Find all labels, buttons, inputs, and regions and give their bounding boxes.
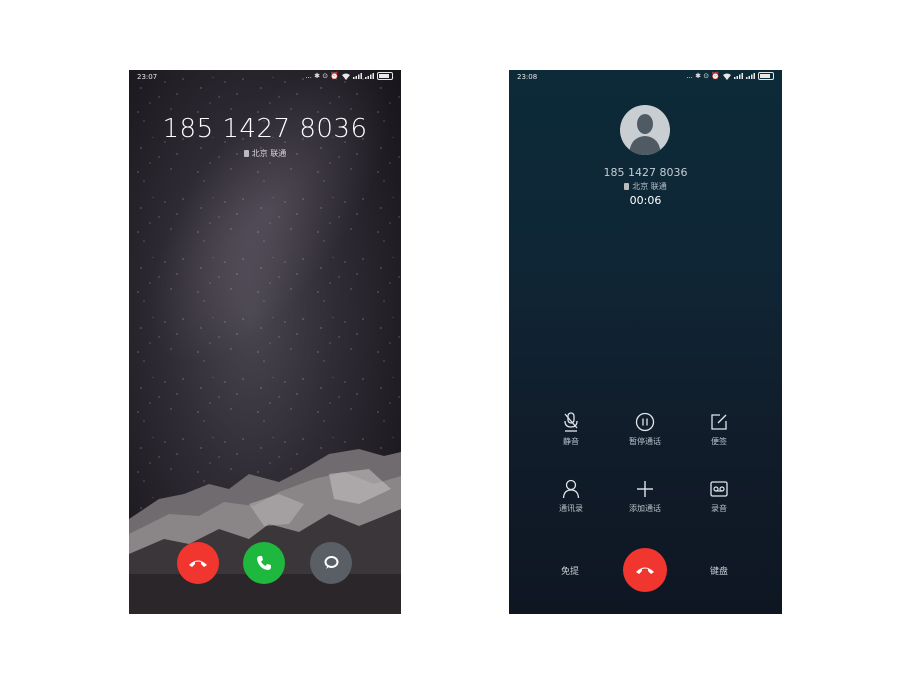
status-bar: 23:07 ... ✱ ⊙ ⏰ [129,70,401,84]
status-icons: ... ✱ ⊙ ⏰ [305,72,393,80]
add-call-label: 添加通话 [629,504,661,513]
status-bar: 23:08 ... ✱ ⊙ ⏰ [509,70,782,84]
reply-message-button[interactable] [310,542,352,584]
person-silhouette-icon [629,114,661,155]
wifi-icon [723,73,731,80]
mute-icon [564,412,578,432]
signal-icon-2 [746,73,755,79]
hangup-icon [189,560,207,567]
caller-number: 185 1427 8036 [603,166,688,179]
caller-location-text: 北京 联通 [251,149,287,158]
caller-location: 北京 联通 [509,181,782,192]
in-call-screen: 23:08 ... ✱ ⊙ ⏰ 185 1427 8036 北京 联通 00:0… [509,70,782,614]
avatar [620,105,670,155]
record-icon [710,481,728,497]
signal-icon [734,73,743,79]
signal-icon [353,73,362,79]
mute-label: 静音 [563,437,579,446]
signal-icon-2 [365,73,374,79]
status-icons: ... ✱ ⊙ ⏰ [686,72,774,80]
contacts-icon [562,479,580,499]
caller-number: 185 1427 8036 [162,114,368,144]
hold-call-button[interactable]: 暂停通话 [615,411,675,447]
status-indicator-icons: ... ✱ ⊙ ⏰ [305,72,339,80]
status-indicator-icons: ... ✱ ⊙ ⏰ [686,72,720,80]
keypad-button[interactable]: 键盘 [710,564,728,577]
incoming-call-screen: 23:07 ... ✱ ⊙ ⏰ 185 1427 8036 北京 联通 [129,70,401,614]
battery-icon [758,72,774,80]
contacts-label: 通讯录 [559,504,583,513]
record-label: 录音 [711,504,727,513]
pause-icon [635,412,655,432]
add-call-button[interactable]: 添加通话 [615,478,675,514]
mountain-landscape [129,449,401,614]
wifi-icon [342,73,350,80]
hold-call-label: 暂停通话 [629,437,661,446]
status-time: 23:08 [517,73,538,81]
caller-location: 北京 联通 [129,148,401,159]
call-duration: 00:06 [629,194,662,207]
status-time: 23:07 [137,73,158,81]
battery-icon [377,72,393,80]
note-icon [711,414,727,430]
mute-button[interactable]: 静音 [541,411,601,447]
sim-card-icon [243,150,249,157]
answer-button[interactable] [243,542,285,584]
contacts-button[interactable]: 通讯录 [541,478,601,514]
note-button[interactable]: 便签 [689,411,749,447]
add-icon [637,481,653,497]
phone-icon [257,556,271,570]
sim-card-icon [624,183,630,190]
hangup-icon [636,567,654,574]
decline-button[interactable] [177,542,219,584]
record-button[interactable]: 录音 [689,478,749,514]
note-label: 便签 [711,437,727,446]
hangup-button[interactable] [623,548,667,592]
caller-location-text: 北京 联通 [632,182,667,191]
speaker-button[interactable]: 免提 [561,564,579,577]
message-bubble-icon [324,556,339,569]
